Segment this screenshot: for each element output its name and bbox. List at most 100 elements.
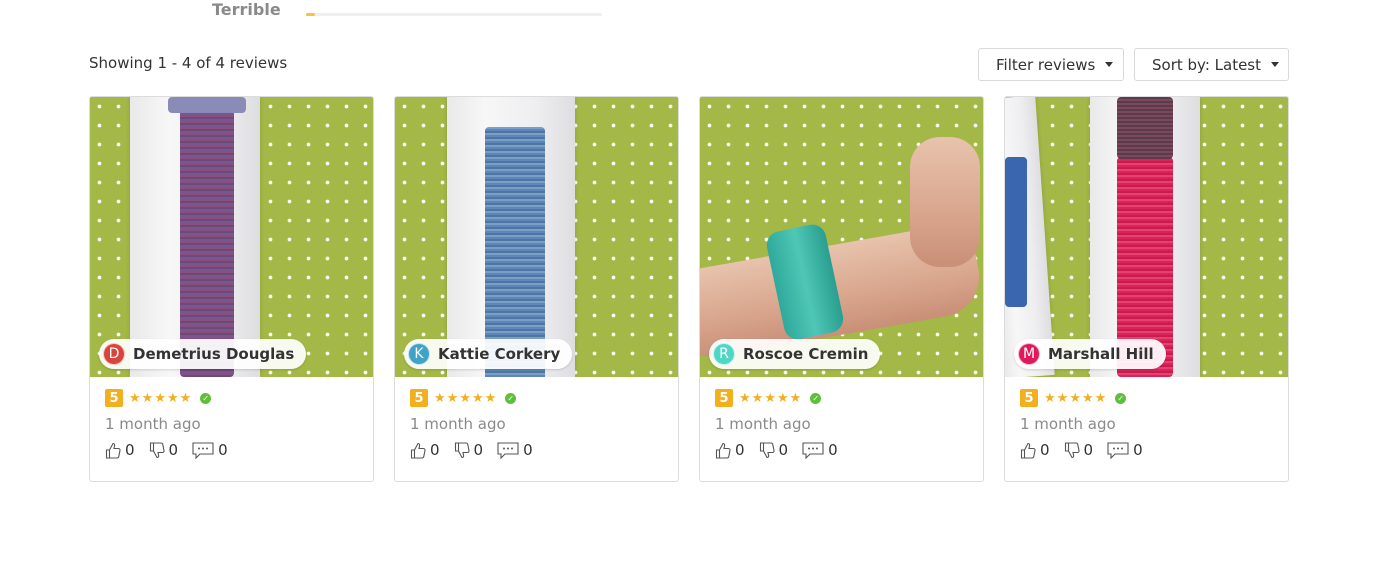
review-card: R Roscoe Cremin 5 ★ ★ ★ ★ ★ ✓ 1 month ago 0 … <box>699 96 984 482</box>
star-icon: ★ <box>1081 390 1094 406</box>
star-icon: ★ <box>166 390 179 406</box>
star-icon: ★ <box>459 390 471 406</box>
review-time: 1 month ago <box>105 415 201 433</box>
rating-stars: 5 ★ ★ ★ ★ ★ ✓ <box>1020 388 1288 408</box>
verified-icon: ✓ <box>1115 392 1127 404</box>
verified-icon: ✓ <box>810 392 822 404</box>
watch-band-image <box>180 97 234 377</box>
dislike-button[interactable]: 0 <box>149 441 179 459</box>
review-actions: 0 0 0 <box>105 441 373 459</box>
like-count: 0 <box>735 441 745 459</box>
thumbs-up-icon <box>715 442 731 459</box>
sort-label: Sort by: Latest <box>1152 55 1261 74</box>
score-badge: 5 <box>1020 389 1038 407</box>
star-icon: ★ <box>434 390 446 406</box>
review-photo[interactable]: R Roscoe Cremin <box>700 97 983 377</box>
star-icon: ★ <box>129 390 141 406</box>
rating-label: Terrible <box>212 0 281 19</box>
rating-bar-fill <box>306 13 315 16</box>
like-button[interactable]: 0 <box>1020 441 1050 459</box>
thumbs-down-icon <box>759 441 775 458</box>
review-photo[interactable]: K Kattie Corkery <box>395 97 678 377</box>
watch-band-image <box>1005 157 1027 307</box>
reviewer-pill: R Roscoe Cremin <box>709 339 881 369</box>
review-time: 1 month ago <box>410 415 506 433</box>
comment-count: 0 <box>218 441 228 459</box>
thumbs-up-icon <box>1020 442 1036 459</box>
review-time: 1 month ago <box>715 415 811 433</box>
reviewer-pill: M Marshall Hill <box>1014 339 1166 369</box>
rating-stars: 5 ★ ★ ★ ★ ★ ✓ <box>715 388 983 408</box>
thumbs-down-icon <box>1064 441 1080 458</box>
like-count: 0 <box>430 441 440 459</box>
reviewer-name: Kattie Corkery <box>438 345 561 363</box>
watch-band-image <box>1117 97 1173 159</box>
comment-icon <box>802 441 824 459</box>
caret-down-icon <box>1271 62 1279 67</box>
comment-icon <box>1107 441 1129 459</box>
dislike-button[interactable]: 0 <box>1064 441 1094 459</box>
comment-count: 0 <box>828 441 838 459</box>
star-icon: ★ <box>1069 390 1081 406</box>
like-button[interactable]: 0 <box>715 441 745 459</box>
thumbs-up-icon <box>105 442 121 459</box>
hand-image <box>910 137 980 267</box>
comment-count: 0 <box>1133 441 1143 459</box>
dislike-count: 0 <box>1083 441 1094 459</box>
comment-button[interactable]: 0 <box>1107 441 1143 459</box>
comment-button[interactable]: 0 <box>497 441 533 459</box>
star-icon: ★ <box>1056 390 1069 406</box>
dislike-count: 0 <box>473 441 484 459</box>
rating-stars: 5 ★ ★ ★ ★ ★ ✓ <box>410 388 678 408</box>
comment-icon <box>497 441 519 459</box>
like-count: 0 <box>125 441 135 459</box>
filter-reviews-label: Filter reviews <box>996 55 1096 74</box>
thumbs-up-icon <box>410 442 426 459</box>
sort-dropdown-button[interactable]: Sort by: Latest <box>1134 48 1289 81</box>
review-card: M Marshall Hill 5 ★ ★ ★ ★ ★ ✓ 1 month ago 0 … <box>1004 96 1289 482</box>
star-icon: ★ <box>764 390 776 406</box>
review-count-text: Showing 1 - 4 of 4 reviews <box>89 54 288 72</box>
star-icon: ★ <box>739 390 751 406</box>
reviewer-name: Demetrius Douglas <box>133 345 295 363</box>
star-icon: ★ <box>141 390 154 406</box>
thumbs-down-icon <box>149 441 165 458</box>
comment-icon <box>192 441 214 459</box>
star-icon: ★ <box>484 390 497 406</box>
rating-bar <box>306 13 602 16</box>
star-icon: ★ <box>1094 390 1107 406</box>
score-badge: 5 <box>105 389 123 407</box>
filter-reviews-button[interactable]: Filter reviews <box>978 48 1124 81</box>
dislike-count: 0 <box>778 441 789 459</box>
review-card: D Demetrius Douglas 5 ★ ★ ★ ★ ★ ✓ 1 month ag… <box>89 96 374 482</box>
comment-button[interactable]: 0 <box>192 441 228 459</box>
thumbs-down-icon <box>454 441 470 458</box>
dislike-count: 0 <box>168 441 179 459</box>
reviewer-avatar: K <box>408 343 430 365</box>
reviewer-name: Marshall Hill <box>1048 345 1154 363</box>
verified-icon: ✓ <box>200 392 212 404</box>
star-icon: ★ <box>446 390 459 406</box>
review-photo[interactable]: M Marshall Hill <box>1005 97 1288 377</box>
review-photo[interactable]: D Demetrius Douglas <box>90 97 373 377</box>
reviewer-pill: K Kattie Corkery <box>404 339 573 369</box>
reviewer-pill: D Demetrius Douglas <box>99 339 307 369</box>
review-actions: 0 0 0 <box>715 441 983 459</box>
review-actions: 0 0 0 <box>410 441 678 459</box>
reviewer-name: Roscoe Cremin <box>743 345 869 363</box>
reviewer-avatar: M <box>1018 343 1040 365</box>
rating-stars: 5 ★ ★ ★ ★ ★ ✓ <box>105 388 373 408</box>
like-button[interactable]: 0 <box>105 441 135 459</box>
band-buckle-image <box>168 97 246 113</box>
dislike-button[interactable]: 0 <box>759 441 789 459</box>
star-icon: ★ <box>1044 390 1056 406</box>
star-icon: ★ <box>179 390 192 406</box>
like-count: 0 <box>1040 441 1050 459</box>
dislike-button[interactable]: 0 <box>454 441 484 459</box>
comment-count: 0 <box>523 441 533 459</box>
reviewer-avatar: R <box>713 343 735 365</box>
like-button[interactable]: 0 <box>410 441 440 459</box>
comment-button[interactable]: 0 <box>802 441 838 459</box>
rating-row-terrible: Terrible 0 <box>212 0 612 24</box>
star-icon: ★ <box>789 390 802 406</box>
